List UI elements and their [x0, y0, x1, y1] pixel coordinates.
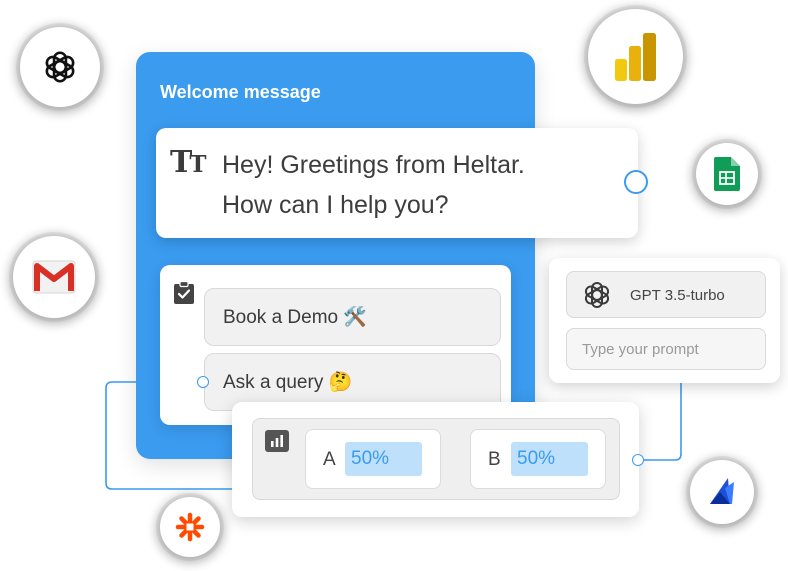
- variant-b-letter: B: [488, 449, 501, 470]
- zapier-icon: [175, 512, 205, 542]
- option-book-demo-button[interactable]: Book a Demo 🛠️: [204, 288, 501, 346]
- variant-a-percent[interactable]: 50%: [345, 442, 422, 476]
- greeting-output-handle[interactable]: [624, 170, 648, 194]
- text-format-icon: TT: [170, 145, 206, 180]
- panel-title: Welcome message: [160, 82, 321, 102]
- connector-ab-to-gpt: [638, 383, 682, 461]
- gpt-model-label: GPT 3.5-turbo: [630, 287, 725, 304]
- gmail-integration-badge[interactable]: [13, 236, 95, 318]
- greeting-line-2: How can I help you?: [222, 191, 449, 219]
- ask-query-output-handle[interactable]: [197, 376, 209, 388]
- clipboard-check-icon: [174, 281, 194, 304]
- dynamics-icon: [710, 478, 734, 504]
- google-sheets-integration-badge[interactable]: [696, 143, 758, 205]
- greeting-line-1: Hey! Greetings from Heltar.: [222, 151, 525, 179]
- power-bi-integration-badge[interactable]: [588, 9, 683, 104]
- zapier-integration-badge[interactable]: [160, 497, 220, 557]
- variant-b-percent[interactable]: 50%: [511, 442, 588, 476]
- power-bi-icon: [614, 32, 656, 81]
- greeting-text: Hey! Greetings from Heltar. How can I he…: [222, 145, 602, 225]
- prompt-input[interactable]: [566, 328, 766, 370]
- ab-split-output-handle[interactable]: [632, 454, 644, 466]
- dynamics-integration-badge[interactable]: [690, 460, 754, 524]
- variant-a-letter: A: [323, 449, 336, 470]
- bar-chart-icon: [265, 430, 289, 452]
- google-sheets-icon: [714, 157, 740, 191]
- openai-icon: [45, 51, 75, 83]
- openai-icon: [584, 282, 610, 308]
- openai-integration-badge[interactable]: [20, 27, 100, 107]
- gmail-icon: [32, 260, 76, 294]
